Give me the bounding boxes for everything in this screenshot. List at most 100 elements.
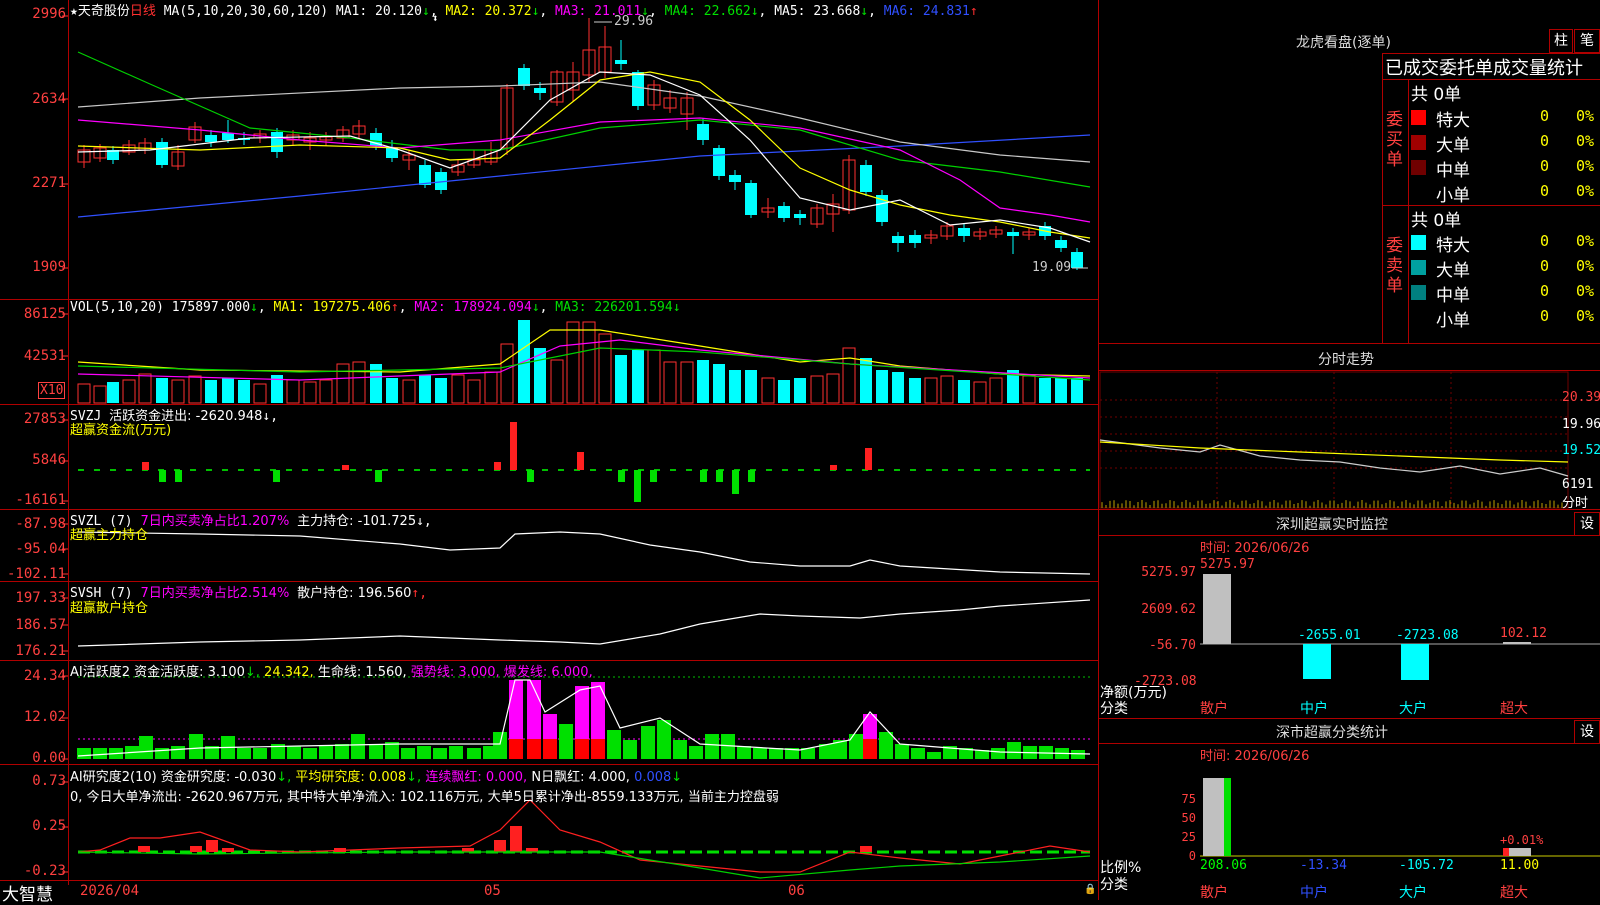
category-label: 散户 <box>1200 885 1228 901</box>
sell-row-count: 0 <box>1540 232 1550 250</box>
ai-active-bar <box>559 724 573 759</box>
candle-body <box>419 165 431 185</box>
monitor-settings-button[interactable]: 设 <box>1574 512 1600 536</box>
ai-research-y-label: -0.23 <box>23 863 66 879</box>
vol-ma3: MA3: 226201.594 <box>555 300 673 315</box>
vol-panel-header: VOL(5,10,20) 175897.000↓, MA1: 197275.40… <box>70 300 681 315</box>
volume-bar <box>303 381 317 404</box>
candle-body <box>271 132 283 152</box>
ai-active-title[interactable]: AI活跃度2 <box>70 665 130 680</box>
ai-active-bar <box>623 740 637 759</box>
app-logo[interactable]: 大智慧 <box>2 880 53 905</box>
volume-bar <box>713 364 725 403</box>
main-chart-canvas[interactable] <box>0 0 1600 900</box>
volume-bar <box>924 377 938 404</box>
stats-y-label: 0 <box>1188 849 1196 863</box>
vol-arrow: ↓ <box>250 300 258 315</box>
buy-row-swatch <box>1411 185 1426 200</box>
stock-name[interactable]: 天奇股份 <box>78 4 130 19</box>
fenshi-y-label: 20.39 <box>1562 390 1600 405</box>
svsh-y-label: 176.21 <box>15 643 66 659</box>
category-label: 中户 <box>1300 701 1328 717</box>
sell-row-pct: 0% <box>1576 307 1595 325</box>
category-label: 大户 <box>1399 701 1427 717</box>
period-label[interactable]: 日线 <box>130 4 156 19</box>
volume-bar <box>940 375 954 404</box>
ai-active-bar <box>1071 750 1085 759</box>
volume-bar <box>680 361 694 404</box>
sell-row-count: 0 <box>1540 257 1550 275</box>
candle-body <box>534 88 546 93</box>
svzj-bar <box>175 470 182 482</box>
sell-row-name: 中单 <box>1436 286 1470 306</box>
svzj-bar <box>159 470 166 482</box>
y-axis-divider <box>68 0 69 885</box>
sell-row-swatch <box>1411 260 1426 275</box>
volume-bar <box>632 350 644 403</box>
svzj-bar <box>716 470 723 482</box>
ai-research-l4: N日飘红: 4.000, <box>531 770 630 785</box>
volume-bar <box>77 383 91 404</box>
ai-research-title[interactable]: AI研究度2(10) <box>70 770 157 785</box>
candle-body <box>713 148 725 176</box>
svzj-subtitle: 超赢资金流(万元) <box>70 423 172 438</box>
ai-active-bar <box>303 748 317 759</box>
stats-bar <box>1224 778 1231 856</box>
volume-bar <box>435 378 447 403</box>
monitor-x-axis-title: 分类 <box>1100 701 1128 717</box>
buy-row-swatch <box>1411 135 1426 150</box>
tick-view-button[interactable]: 笔 <box>1574 29 1600 53</box>
column-view-button[interactable]: 柱 <box>1549 29 1573 53</box>
ai-research-l5-arrow: ↓ <box>671 770 683 785</box>
ai-active-bar <box>769 748 783 759</box>
ai-active-bar <box>351 734 365 759</box>
volume-bar <box>566 321 580 404</box>
ma2-value: MA2: 20.372 <box>445 4 532 19</box>
lock-icon[interactable]: 🔒 <box>1084 884 1096 895</box>
ai-active-y-label: 24.34 <box>23 668 66 684</box>
cursor-icon: ⬍ <box>432 12 439 25</box>
ai-active-bar <box>493 732 507 759</box>
monitor-bar <box>1401 644 1429 680</box>
stats-settings-button[interactable]: 设 <box>1574 720 1600 744</box>
monitor-time: 时间: 2026/06/26 <box>1200 541 1310 556</box>
star-icon[interactable]: ★ <box>70 4 78 19</box>
candle-body <box>205 135 217 142</box>
research-bar <box>494 840 506 852</box>
buy-row-name: 小单 <box>1436 186 1470 206</box>
ai-active-l1: 资金活跃度: 3.100 <box>134 665 245 680</box>
ai-active-bar <box>189 734 203 759</box>
sell-row-count: 0 <box>1540 282 1550 300</box>
volume-bar <box>352 361 366 404</box>
sell-row-name: 特大 <box>1436 236 1470 256</box>
svzj-bar <box>527 470 534 482</box>
ai-active-bar <box>911 748 925 759</box>
stats-y-label: 25 <box>1181 830 1196 844</box>
monitor-y-label: 2609.62 <box>1141 602 1196 617</box>
svzj-y-label: 27853 <box>23 411 66 427</box>
ai-active-bar <box>737 746 751 759</box>
volume-bar <box>582 321 596 404</box>
candle-body <box>729 175 741 182</box>
ma6-value: MA6: 24.831 <box>883 4 970 19</box>
ai-active-bar <box>319 746 333 759</box>
ai-active-bar <box>543 714 557 739</box>
vol-unit-label[interactable]: X10 <box>38 382 66 399</box>
buy-row-pct: 0% <box>1576 157 1595 175</box>
volume-bar <box>484 371 498 404</box>
svsh-subtitle: 超赢散户持仓 <box>70 601 149 616</box>
candle-body <box>697 124 709 140</box>
ai-active-l2: 24.342, <box>264 665 314 680</box>
buy-row-count: 0 <box>1540 182 1550 200</box>
volume-bar <box>286 379 300 404</box>
category-label: 散户 <box>1200 701 1228 717</box>
volume-bar <box>892 372 904 403</box>
ai-active-bar <box>641 726 655 759</box>
candle-body <box>909 235 921 243</box>
sell-total: 共 0单 <box>1411 211 1462 231</box>
ai-research-l3: 连续飘红: 0.000, <box>425 770 528 785</box>
date-label: 05 <box>484 883 501 899</box>
svzj-y-label: 5846 <box>32 452 66 468</box>
vol-title[interactable]: VOL(5,10,20) <box>70 300 164 315</box>
sell-row-pct: 0% <box>1576 282 1595 300</box>
